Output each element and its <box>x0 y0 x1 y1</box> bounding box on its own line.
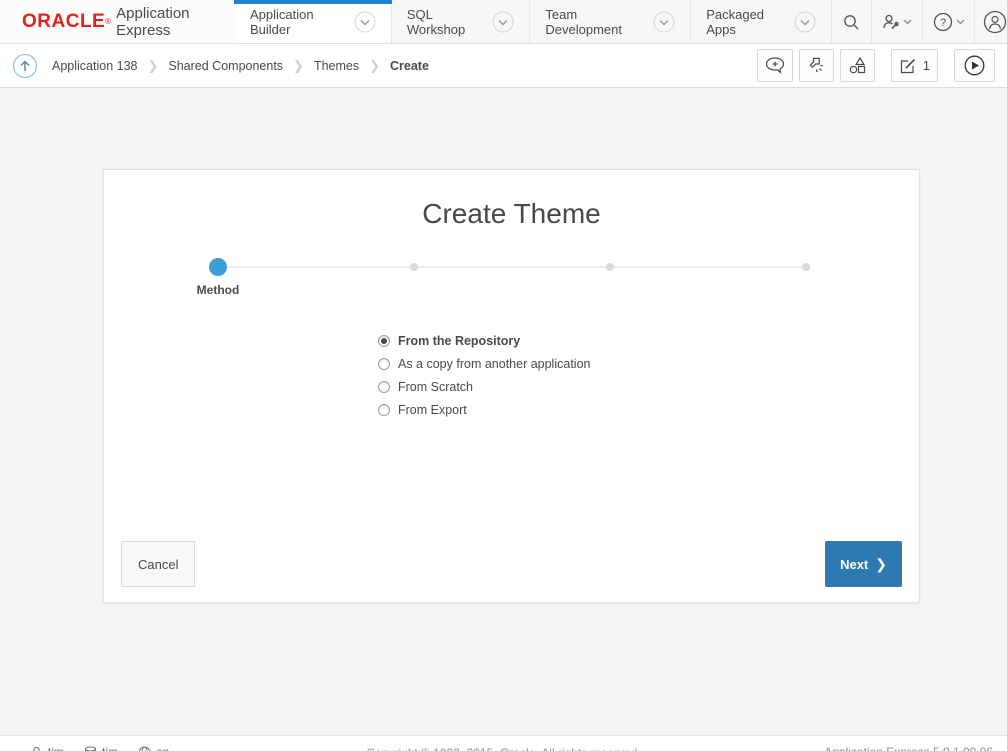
next-button[interactable]: Next ❯ <box>825 541 902 587</box>
chevron-down-icon <box>903 19 912 25</box>
next-button-label: Next <box>840 557 868 572</box>
tab-team-development[interactable]: Team Development <box>530 0 691 43</box>
version-text: Application Express 5.0.1.00.06 <box>824 745 993 751</box>
footer-user: tim <box>30 745 64 751</box>
radio-option-from-scratch[interactable]: From Scratch <box>378 375 590 398</box>
radio-unselected-icon[interactable] <box>378 381 390 393</box>
create-theme-wizard: Create Theme Method From the Repository … <box>103 169 920 603</box>
page-title: Create Theme <box>104 198 919 230</box>
chevron-right-icon: ❯ <box>875 556 887 573</box>
administration-menu-button[interactable] <box>872 0 924 43</box>
globe-icon <box>138 746 151 751</box>
admin-wrench-user-icon <box>881 13 900 31</box>
product-name: Application Express <box>116 5 235 39</box>
help-icon: ? <box>933 12 953 32</box>
radio-unselected-icon[interactable] <box>378 358 390 370</box>
cancel-button[interactable]: Cancel <box>121 541 195 587</box>
database-icon <box>84 746 97 751</box>
tab-packaged-apps[interactable]: Packaged Apps <box>691 0 832 43</box>
footer-language: en <box>138 745 169 751</box>
method-radio-group: From the Repository As a copy from anoth… <box>378 329 590 421</box>
oracle-apex-logo: ORACLE® Application Express <box>0 0 235 43</box>
page-toolbar: 1 <box>757 49 995 82</box>
radio-option-label: As a copy from another application <box>398 357 590 371</box>
radio-option-from-repository[interactable]: From the Repository <box>378 329 590 352</box>
chevron-down-circle-icon[interactable] <box>492 11 514 33</box>
tab-label: Packaged Apps <box>706 7 785 37</box>
edit-page-number: 1 <box>923 58 930 73</box>
wizard-step-pending-dot <box>606 263 614 271</box>
tab-label: Application Builder <box>250 7 345 37</box>
page-footer: tim tim en Copyright © 1999, 2015, Oracl… <box>0 735 1007 751</box>
app-header: ORACLE® Application Express Application … <box>0 0 1007 44</box>
wizard-progress-line <box>218 266 806 268</box>
breadcrumb-separator: ❯ <box>293 58 304 74</box>
shared-components-button[interactable] <box>840 49 875 82</box>
breadcrumb-application[interactable]: Application 138 <box>52 59 137 73</box>
spotlight-button[interactable] <box>799 49 834 82</box>
chevron-down-circle-icon[interactable] <box>794 11 816 33</box>
wizard-step-current-dot <box>209 258 227 276</box>
help-menu-button[interactable]: ? <box>923 0 975 43</box>
user-icon <box>30 746 43 751</box>
tab-label: Team Development <box>545 7 644 37</box>
breadcrumb-separator: ❯ <box>147 58 158 74</box>
footer-schema-name: tim <box>102 745 118 751</box>
tab-sql-workshop[interactable]: SQL Workshop <box>392 0 531 43</box>
breadcrumb-shared-components[interactable]: Shared Components <box>168 59 283 73</box>
footer-user-name: tim <box>48 745 64 751</box>
chevron-down-circle-icon[interactable] <box>354 11 376 33</box>
footer-language-code: en <box>156 745 169 751</box>
registered-mark: ® <box>105 17 111 26</box>
radio-option-copy-from-application[interactable]: As a copy from another application <box>378 352 590 375</box>
wizard-step-pending-dot <box>410 263 418 271</box>
cancel-button-label: Cancel <box>138 557 178 572</box>
radio-option-label: From Scratch <box>398 380 473 394</box>
chevron-down-icon <box>956 19 965 25</box>
feedback-button[interactable] <box>757 49 793 82</box>
radio-option-label: From Export <box>398 403 467 417</box>
wizard-step-label: Method <box>178 283 258 297</box>
oracle-wordmark: ORACLE <box>22 11 105 33</box>
play-icon <box>964 55 985 76</box>
footer-schema: tim <box>84 745 118 751</box>
edit-page-button[interactable]: 1 <box>891 49 938 82</box>
breadcrumb-separator: ❯ <box>369 58 380 74</box>
breadcrumb-bar: Application 138 ❯ Shared Components ❯ Th… <box>0 44 1007 88</box>
search-icon <box>842 13 860 31</box>
flashlight-icon <box>807 56 826 75</box>
page-body: Create Theme Method From the Repository … <box>0 88 1007 735</box>
breadcrumb-create: Create <box>390 59 429 73</box>
tab-application-builder[interactable]: Application Builder <box>235 0 392 43</box>
account-icon <box>983 10 1007 34</box>
chevron-down-circle-icon[interactable] <box>653 11 675 33</box>
edit-pencil-icon <box>899 57 917 75</box>
breadcrumb: Application 138 ❯ Shared Components ❯ Th… <box>12 53 429 79</box>
radio-unselected-icon[interactable] <box>378 404 390 416</box>
radio-option-label: From the Repository <box>398 334 520 348</box>
radio-option-from-export[interactable]: From Export <box>378 398 590 421</box>
search-button[interactable] <box>832 0 871 43</box>
up-level-icon[interactable] <box>12 53 38 79</box>
account-menu-button[interactable] <box>975 0 1007 43</box>
wizard-step-pending-dot <box>802 263 810 271</box>
breadcrumb-themes[interactable]: Themes <box>314 59 359 73</box>
shapes-icon <box>848 56 867 75</box>
radio-selected-icon[interactable] <box>378 335 390 347</box>
tab-label: SQL Workshop <box>407 7 484 37</box>
svg-text:?: ? <box>940 17 946 29</box>
run-application-button[interactable] <box>954 49 995 82</box>
comment-plus-icon <box>765 57 785 74</box>
